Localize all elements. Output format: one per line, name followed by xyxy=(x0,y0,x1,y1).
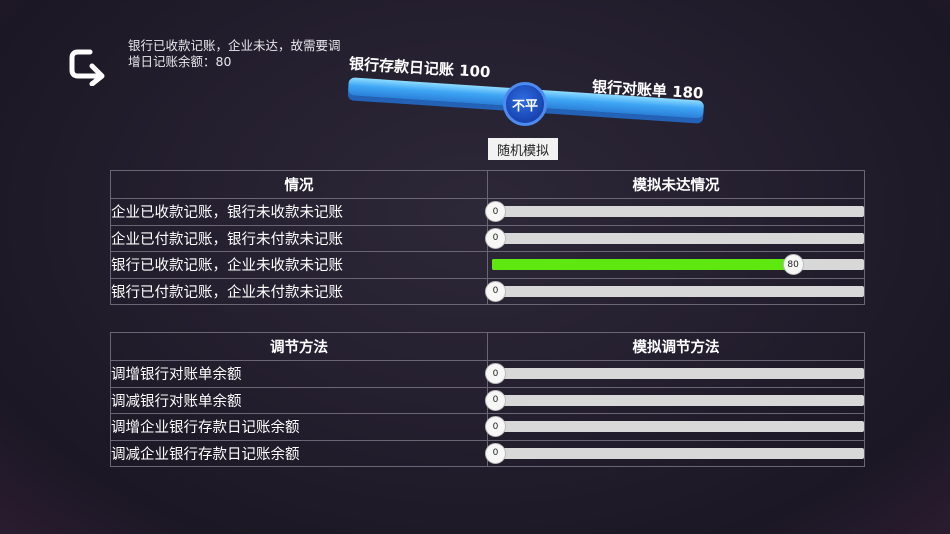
slider[interactable]: 0 xyxy=(485,441,864,467)
slider-handle[interactable]: 0 xyxy=(485,201,506,222)
slider-handle[interactable]: 0 xyxy=(485,227,506,249)
table-row: 企业已收款记账，银行未收款未记账 0 xyxy=(111,198,864,225)
slider-handle[interactable]: 0 xyxy=(485,363,506,384)
slider-handle[interactable]: 80 xyxy=(782,254,804,275)
slider-handle[interactable]: 0 xyxy=(485,389,506,411)
balance-status: 不平 xyxy=(503,82,547,126)
table-row: 银行已付款记账，企业未付款未记账 0 xyxy=(111,277,864,305)
header-simulate-adjust: 模拟调节方法 xyxy=(632,340,720,356)
slider-handle[interactable]: 0 xyxy=(485,442,506,464)
slider-track[interactable] xyxy=(492,447,864,459)
header-situation: 情况 xyxy=(111,171,488,198)
table-row: 调减银行对账单余额 0 xyxy=(111,386,864,414)
row-label: 调减企业银行存款日记账余额 xyxy=(111,440,488,466)
table-row: 银行已收款记账，企业未收款未记账 80 xyxy=(111,251,864,278)
slider-track[interactable] xyxy=(492,259,864,270)
row-label: 调增银行对账单余额 xyxy=(111,361,488,387)
table-header: 情况 模拟未达情况 xyxy=(111,171,864,198)
slider-track[interactable] xyxy=(492,206,864,217)
slider[interactable]: 0 xyxy=(485,279,864,305)
row-label: 调增企业银行存款日记账余额 xyxy=(111,414,488,440)
slider-track[interactable] xyxy=(492,421,864,432)
hint-text: 银行已收款记账，企业未达，故需要调增日记账余额：80 xyxy=(128,38,341,69)
row-label: 银行已付款记账，企业未付款未记账 xyxy=(111,278,488,304)
header-simulate-unreached: 模拟未达情况 xyxy=(632,178,720,194)
slider[interactable]: 0 xyxy=(485,414,864,440)
slider-fill xyxy=(492,259,790,270)
table-row: 企业已付款记账，银行未付款未记账 0 xyxy=(111,224,864,252)
unreached-items-table: 情况 模拟未达情况 企业已收款记账，银行未收款未记账 0 企业已付款记账，银行未… xyxy=(110,170,865,305)
slider[interactable]: 0 xyxy=(485,388,864,414)
table-row: 调减企业银行存款日记账余额 0 xyxy=(111,439,864,467)
table-row: 调增企业银行存款日记账余额 0 xyxy=(111,413,864,440)
row-label: 企业已付款记账，银行未付款未记账 xyxy=(111,225,488,251)
slider-handle[interactable]: 0 xyxy=(485,416,506,437)
adjustment-methods-table: 调节方法 模拟调节方法 调增银行对账单余额 0 调减银行对账单余额 0 调增企业… xyxy=(110,332,865,467)
row-label: 企业已收款记账，银行未收款未记账 xyxy=(111,199,488,225)
slider-track[interactable] xyxy=(492,368,864,379)
back-arrow-icon[interactable] xyxy=(66,46,110,87)
slider[interactable]: 0 xyxy=(485,226,864,252)
slider[interactable]: 0 xyxy=(485,199,864,225)
balance-scale: 银行存款日记账 100 银行对账单 180 不平 xyxy=(340,52,710,142)
table-header: 调节方法 模拟调节方法 xyxy=(111,333,864,360)
slider-track[interactable] xyxy=(492,285,864,297)
slider[interactable]: 80 xyxy=(488,252,864,278)
slider[interactable]: 0 xyxy=(485,361,864,387)
row-label: 银行已收款记账，企业未收款未记账 xyxy=(111,252,488,278)
slider-track[interactable] xyxy=(492,232,864,244)
slider-handle[interactable]: 0 xyxy=(485,280,506,302)
header-adjust-method: 调节方法 xyxy=(111,333,488,360)
random-simulate-button[interactable]: 随机模拟 xyxy=(488,138,558,160)
slider-track[interactable] xyxy=(492,394,864,406)
table-row: 调增银行对账单余额 0 xyxy=(111,360,864,387)
row-label: 调减银行对账单余额 xyxy=(111,387,488,413)
